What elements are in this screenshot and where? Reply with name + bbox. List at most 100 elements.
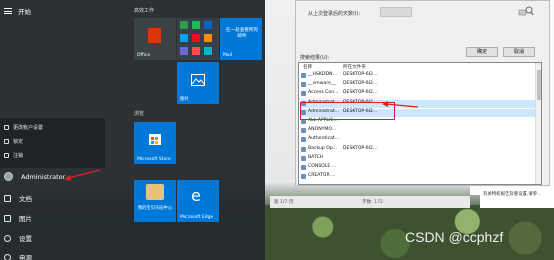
ok-button[interactable]: 确定 xyxy=(466,47,498,57)
lock-item[interactable]: 锁定 xyxy=(4,138,23,145)
tile-game[interactable]: 我的宝贝乐园中心 xyxy=(134,180,176,222)
table-row[interactable]: __vmware__ DESKTOP-6I2... xyxy=(301,81,541,89)
page-indicator: 第 1/7 页 xyxy=(274,200,294,205)
popup-item-label: 注销 xyxy=(13,153,24,159)
picture-icon xyxy=(4,214,11,222)
office-icon xyxy=(148,28,161,43)
user-icon xyxy=(301,155,306,161)
document-icon xyxy=(4,194,11,202)
tile-label: 图片 xyxy=(180,97,189,102)
account-settings-icon xyxy=(4,125,9,130)
pictures-label: 图片 xyxy=(19,215,32,223)
annotation-arrow-user xyxy=(64,169,101,181)
tile-app-folder[interactable] xyxy=(177,18,219,60)
row-folder: DESKTOP-6I2... xyxy=(343,90,378,96)
results-label: 搜索结果(U): xyxy=(300,55,330,61)
row-name: __HSKDDN... xyxy=(308,72,337,77)
power-icon xyxy=(4,253,11,260)
group-title-productivity: 高效工作 xyxy=(134,8,155,14)
search-results-list[interactable]: 名称 所在文件夹 __HSKDDN... DESKTOP-6I2... __vmwa… xyxy=(298,62,542,185)
row-name: __vmware__ xyxy=(308,81,336,87)
row-name: Authenticat... xyxy=(308,136,340,142)
user-icon xyxy=(301,146,306,152)
power-label: 电源 xyxy=(19,254,32,260)
sign-out-item[interactable]: 注销 xyxy=(4,152,23,159)
popup-item-label: 锁定 xyxy=(13,139,24,145)
row-folder: DESKTOP-6I2... xyxy=(343,145,378,151)
tile-edge[interactable]: e Microsoft Edge xyxy=(177,180,219,222)
row-folder: DESKTOP-6I2... xyxy=(343,81,378,87)
start-menu: 开始 更改帐户设置 锁定 注销 Administrator 文档 图片 设置 电… xyxy=(0,0,265,260)
change-account-settings[interactable]: 更改帐户设置 xyxy=(4,124,43,131)
edge-icon: e xyxy=(191,186,201,205)
user-icon xyxy=(301,82,306,88)
user-icon xyxy=(301,73,306,78)
store-icon xyxy=(149,134,161,145)
app-icon xyxy=(180,21,188,29)
table-row[interactable]: Access Con... DESKTOP-6I2... xyxy=(301,90,541,98)
mail-tile-text: 在一处查看所有邮件 xyxy=(225,28,259,39)
help-text: 有关特权报告及重设置,请参... xyxy=(483,192,542,197)
results-scrollbar[interactable] xyxy=(535,63,541,184)
column-header-folder[interactable]: 所在文件夹 xyxy=(343,64,366,70)
user-icon xyxy=(301,128,306,134)
cancel-button[interactable]: 取消 xyxy=(503,47,535,57)
game-tile-text: 我的宝贝乐园中心 xyxy=(137,206,173,211)
settings-label: 设置 xyxy=(19,235,32,243)
tile-photos[interactable]: 图片 xyxy=(177,62,219,104)
pictures-item[interactable]: 图片 xyxy=(4,213,32,223)
app-icon xyxy=(192,34,200,42)
row-name: Access Con... xyxy=(308,90,339,96)
table-row[interactable]: Authenticat... xyxy=(301,136,541,144)
tile-store[interactable]: Microsoft Store xyxy=(134,122,176,164)
column-header-name[interactable]: 名称 xyxy=(303,64,312,70)
status-bar: 第 1/7 页 字数: 172 xyxy=(270,196,470,208)
row-name: Backup Op... xyxy=(308,145,338,151)
app-icon xyxy=(204,47,212,55)
app-icon xyxy=(204,34,212,42)
account-popup: 更改帐户设置 锁定 注销 xyxy=(0,118,105,168)
tile-label: Microsoft Store xyxy=(137,157,171,162)
user-icon xyxy=(301,174,306,180)
game-icon xyxy=(146,184,164,200)
scroll-thumb[interactable] xyxy=(537,70,541,100)
group-title-browse: 浏览 xyxy=(134,111,145,117)
photos-icon xyxy=(191,74,205,86)
app-icon xyxy=(192,47,200,55)
popup-item-label: 更改帐户设置 xyxy=(13,125,44,131)
table-row[interactable]: ANONYMO... xyxy=(301,127,541,135)
start-left-rail: 开始 更改帐户设置 锁定 注销 Administrator 文档 图片 设置 电… xyxy=(0,0,120,260)
user-account-button[interactable]: Administrator xyxy=(4,172,65,181)
user-name: Administrator xyxy=(21,172,66,181)
documents-item[interactable]: 文档 xyxy=(4,193,32,203)
lock-icon xyxy=(4,139,9,144)
row-name: CREATOR ... xyxy=(308,173,336,179)
table-row[interactable]: CONSOLE ... xyxy=(301,164,541,172)
avatar xyxy=(4,172,13,181)
annotation-arrow-dialog xyxy=(382,101,419,108)
app-icon xyxy=(180,34,188,42)
user-icon xyxy=(301,165,306,170)
row-name: ANONYMO... xyxy=(308,127,337,133)
word-count: 字数: 172 xyxy=(362,200,383,205)
table-row[interactable]: BATCH xyxy=(301,155,541,163)
tile-label: Mail xyxy=(223,53,233,58)
select-users-dialog: 从上次登录后的天数(I): 确定 取消 搜索结果(U): 名称 所在文件夹 __… xyxy=(295,0,550,186)
app-icon xyxy=(180,47,188,55)
days-since-login-select[interactable] xyxy=(380,7,412,17)
tile-mail[interactable]: 在一处查看所有邮件 Mail xyxy=(220,18,262,60)
settings-item[interactable]: 设置 xyxy=(4,233,32,243)
table-row[interactable]: Backup Op... DESKTOP-6I2... xyxy=(301,146,541,154)
table-row[interactable]: __HSKDDN... DESKTOP-6I2... xyxy=(301,72,541,80)
help-panel: 有关特权报告及重设置,请参... xyxy=(480,188,554,208)
user-icon xyxy=(301,137,306,143)
search-icon xyxy=(518,5,534,19)
menu-icon[interactable] xyxy=(4,8,12,14)
table-row[interactable]: CREATOR ... xyxy=(301,173,541,181)
tile-office[interactable]: Office xyxy=(134,18,176,60)
app-icon xyxy=(192,21,200,29)
power-item[interactable]: 电源 xyxy=(4,252,32,260)
user-icon xyxy=(301,91,306,97)
gear-icon xyxy=(4,234,11,242)
tile-label: Microsoft Edge xyxy=(180,215,214,220)
